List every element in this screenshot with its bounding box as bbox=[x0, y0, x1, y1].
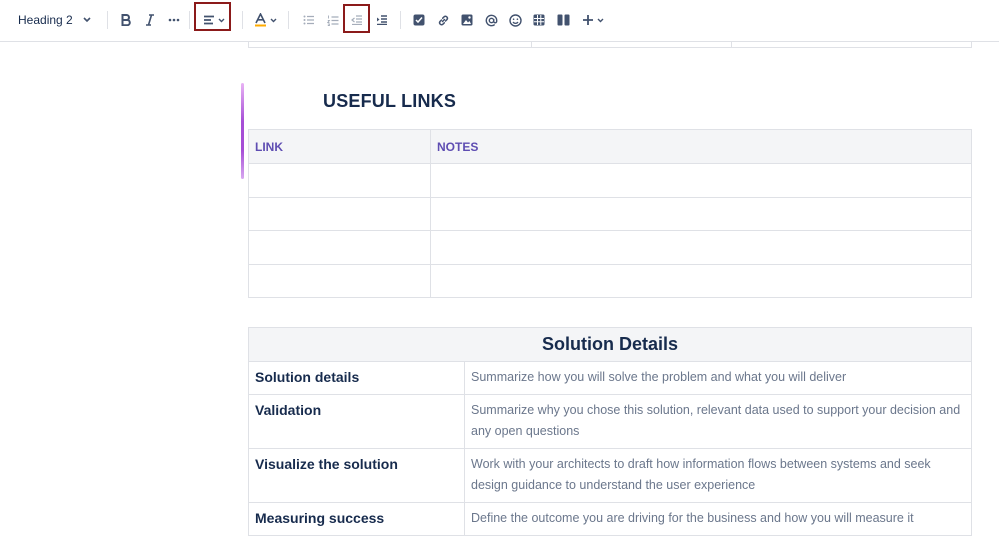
editor-content[interactable]: USEFUL LINKS LINK NOTES Solution Details… bbox=[0, 42, 999, 548]
toolbar-divider bbox=[107, 11, 108, 29]
table-button[interactable] bbox=[530, 9, 548, 31]
table-row bbox=[248, 263, 972, 298]
heading-style-label: Heading 2 bbox=[18, 13, 73, 27]
highlight-box-outdent bbox=[343, 4, 370, 33]
toolbar-divider bbox=[242, 11, 243, 29]
italic-icon bbox=[145, 14, 155, 26]
mention-icon bbox=[485, 14, 498, 27]
link-icon bbox=[437, 14, 450, 27]
more-formatting-icon bbox=[168, 18, 180, 22]
chevron-down-icon bbox=[270, 18, 277, 23]
table-row: Solution details Summarize how you will … bbox=[248, 361, 972, 395]
table-cell[interactable] bbox=[430, 163, 972, 198]
numbered-list-button[interactable] bbox=[324, 9, 342, 31]
row-label[interactable]: Measuring success bbox=[248, 502, 465, 536]
solution-details-table: Solution Details Solution details Summar… bbox=[248, 327, 972, 536]
chevron-down-icon bbox=[83, 17, 91, 23]
solution-details-title[interactable]: Solution Details bbox=[248, 327, 972, 362]
table-cell[interactable] bbox=[248, 263, 431, 298]
emoji-button[interactable] bbox=[506, 9, 524, 31]
table-cell[interactable] bbox=[248, 230, 431, 265]
table-row bbox=[248, 196, 972, 231]
layout-columns-icon bbox=[557, 14, 570, 26]
row-label[interactable]: Solution details bbox=[248, 361, 465, 395]
table-cell[interactable] bbox=[430, 263, 972, 298]
table-row: Measuring success Define the outcome you… bbox=[248, 502, 972, 536]
bullet-list-icon bbox=[303, 15, 315, 25]
row-description[interactable]: Summarize how you will solve the problem… bbox=[464, 361, 972, 395]
heading-style-dropdown[interactable]: Heading 2 bbox=[10, 9, 92, 31]
table-cell[interactable] bbox=[248, 196, 431, 231]
task-checkbox-button[interactable] bbox=[410, 9, 428, 31]
text-color-dropdown[interactable] bbox=[252, 9, 278, 31]
highlight-box-alignment bbox=[194, 2, 231, 31]
useful-links-heading[interactable]: USEFUL LINKS bbox=[323, 91, 456, 112]
notes-column-header[interactable]: NOTES bbox=[430, 129, 972, 164]
italic-button[interactable] bbox=[141, 9, 159, 31]
table-row: Validation Summarize why you chose this … bbox=[248, 394, 972, 449]
table-cell[interactable] bbox=[430, 230, 972, 265]
emoji-icon bbox=[508, 13, 522, 27]
chevron-down-icon bbox=[597, 18, 604, 23]
task-checkbox-icon bbox=[413, 14, 425, 26]
bold-button[interactable] bbox=[117, 9, 135, 31]
table-title-row: Solution Details bbox=[248, 327, 972, 362]
table-cell[interactable] bbox=[430, 196, 972, 231]
previous-table-fragment bbox=[248, 42, 972, 48]
text-color-icon bbox=[254, 13, 267, 27]
link-column-header[interactable]: LINK bbox=[248, 129, 431, 164]
bold-icon bbox=[121, 14, 131, 26]
mention-button[interactable] bbox=[482, 9, 500, 31]
selection-indicator bbox=[241, 83, 244, 179]
row-description[interactable]: Work with your architects to draft how i… bbox=[464, 448, 972, 503]
indent-icon bbox=[376, 15, 388, 25]
image-button[interactable] bbox=[458, 9, 476, 31]
more-formatting-button[interactable] bbox=[165, 9, 183, 31]
useful-links-table: LINK NOTES bbox=[248, 129, 972, 298]
table-icon bbox=[533, 14, 545, 26]
row-label[interactable]: Validation bbox=[248, 394, 465, 449]
row-description[interactable]: Define the outcome you are driving for t… bbox=[464, 502, 972, 536]
table-cell[interactable] bbox=[248, 163, 431, 198]
insert-plus-icon bbox=[582, 14, 594, 26]
numbered-list-icon bbox=[327, 15, 339, 26]
insert-dropdown[interactable] bbox=[580, 9, 606, 31]
link-button[interactable] bbox=[434, 9, 452, 31]
table-header-row: LINK NOTES bbox=[248, 129, 972, 164]
toolbar-divider bbox=[400, 11, 401, 29]
toolbar-divider bbox=[288, 11, 289, 29]
layout-columns-button[interactable] bbox=[554, 9, 572, 31]
row-label[interactable]: Visualize the solution bbox=[248, 448, 465, 503]
table-row bbox=[248, 230, 972, 265]
toolbar-divider bbox=[189, 11, 190, 29]
image-icon bbox=[461, 14, 473, 26]
bullet-list-button[interactable] bbox=[300, 9, 318, 31]
table-row: Visualize the solution Work with your ar… bbox=[248, 448, 972, 503]
editor-toolbar: Heading 2 bbox=[0, 0, 999, 42]
indent-button[interactable] bbox=[373, 9, 391, 31]
row-description[interactable]: Summarize why you chose this solution, r… bbox=[464, 394, 972, 449]
table-row bbox=[248, 163, 972, 198]
